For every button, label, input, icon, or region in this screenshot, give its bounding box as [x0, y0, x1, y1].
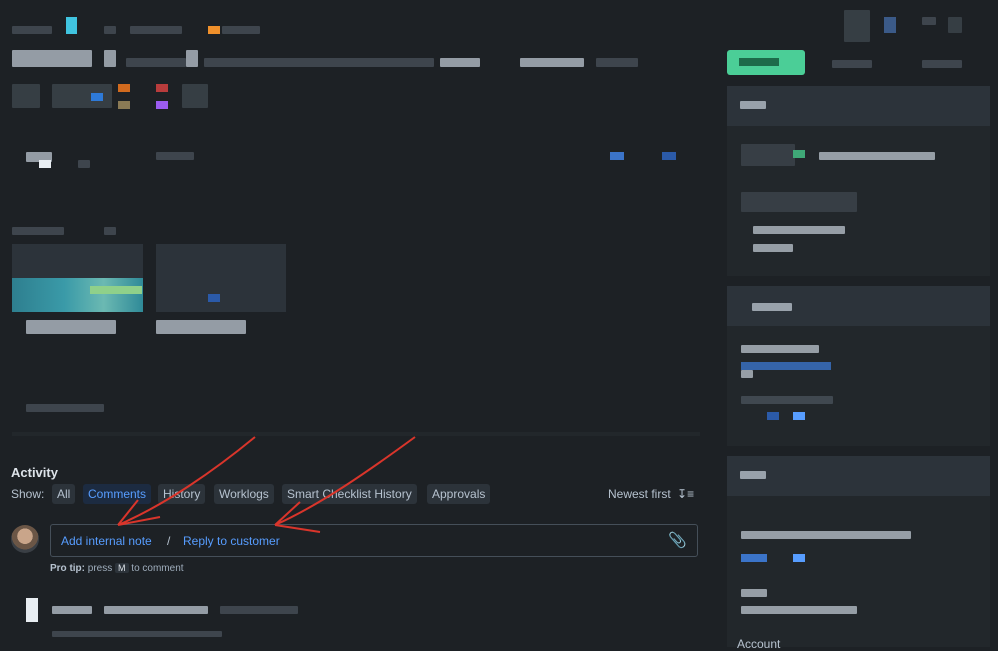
attachment-thumbnail[interactable] — [156, 244, 286, 312]
activity-heading: Activity — [11, 465, 58, 480]
details-panel-header[interactable] — [727, 86, 990, 126]
panel-2 — [727, 326, 990, 446]
filter-all[interactable]: All — [52, 484, 76, 504]
sort-toggle[interactable]: Newest first ↧≡ — [608, 487, 694, 501]
show-label: Show: — [11, 487, 45, 501]
comment-box[interactable]: Add internal note / Reply to customer 📎 — [50, 524, 698, 557]
sort-label: Newest first — [608, 487, 671, 501]
attachment-name — [156, 320, 246, 334]
pro-tip-label: Pro tip: — [50, 563, 85, 574]
filter-smart-checklist-history[interactable]: Smart Checklist History — [282, 484, 417, 504]
pro-tip: Pro tip: press M to comment — [50, 563, 184, 574]
panel-header-3[interactable] — [727, 456, 990, 496]
pro-tip-press: press — [87, 563, 113, 574]
pro-tip-suffix: to comment — [131, 563, 184, 574]
filter-approvals[interactable]: Approvals — [427, 484, 491, 504]
panel-3 — [727, 496, 990, 647]
attachment-name — [26, 320, 116, 334]
sort-descending-icon: ↧≡ — [677, 487, 695, 501]
shortcut-key: M — [115, 563, 129, 573]
paperclip-icon[interactable]: 📎 — [668, 531, 687, 549]
separator: / — [167, 534, 171, 548]
avatar — [11, 525, 39, 553]
details-panel — [727, 126, 990, 276]
filter-comments[interactable]: Comments — [83, 484, 152, 504]
annotation-arrow-left — [117, 436, 256, 526]
filter-history[interactable]: History — [158, 484, 206, 504]
add-internal-note-link[interactable]: Add internal note — [61, 534, 152, 548]
status-button[interactable] — [727, 50, 805, 75]
divider — [12, 432, 700, 436]
attachment-thumbnail[interactable] — [12, 244, 143, 312]
reply-to-customer-link[interactable]: Reply to customer — [183, 534, 280, 548]
filter-worklogs[interactable]: Worklogs — [214, 484, 274, 504]
account-label: Account — [737, 637, 781, 651]
redacted-text — [26, 404, 104, 412]
